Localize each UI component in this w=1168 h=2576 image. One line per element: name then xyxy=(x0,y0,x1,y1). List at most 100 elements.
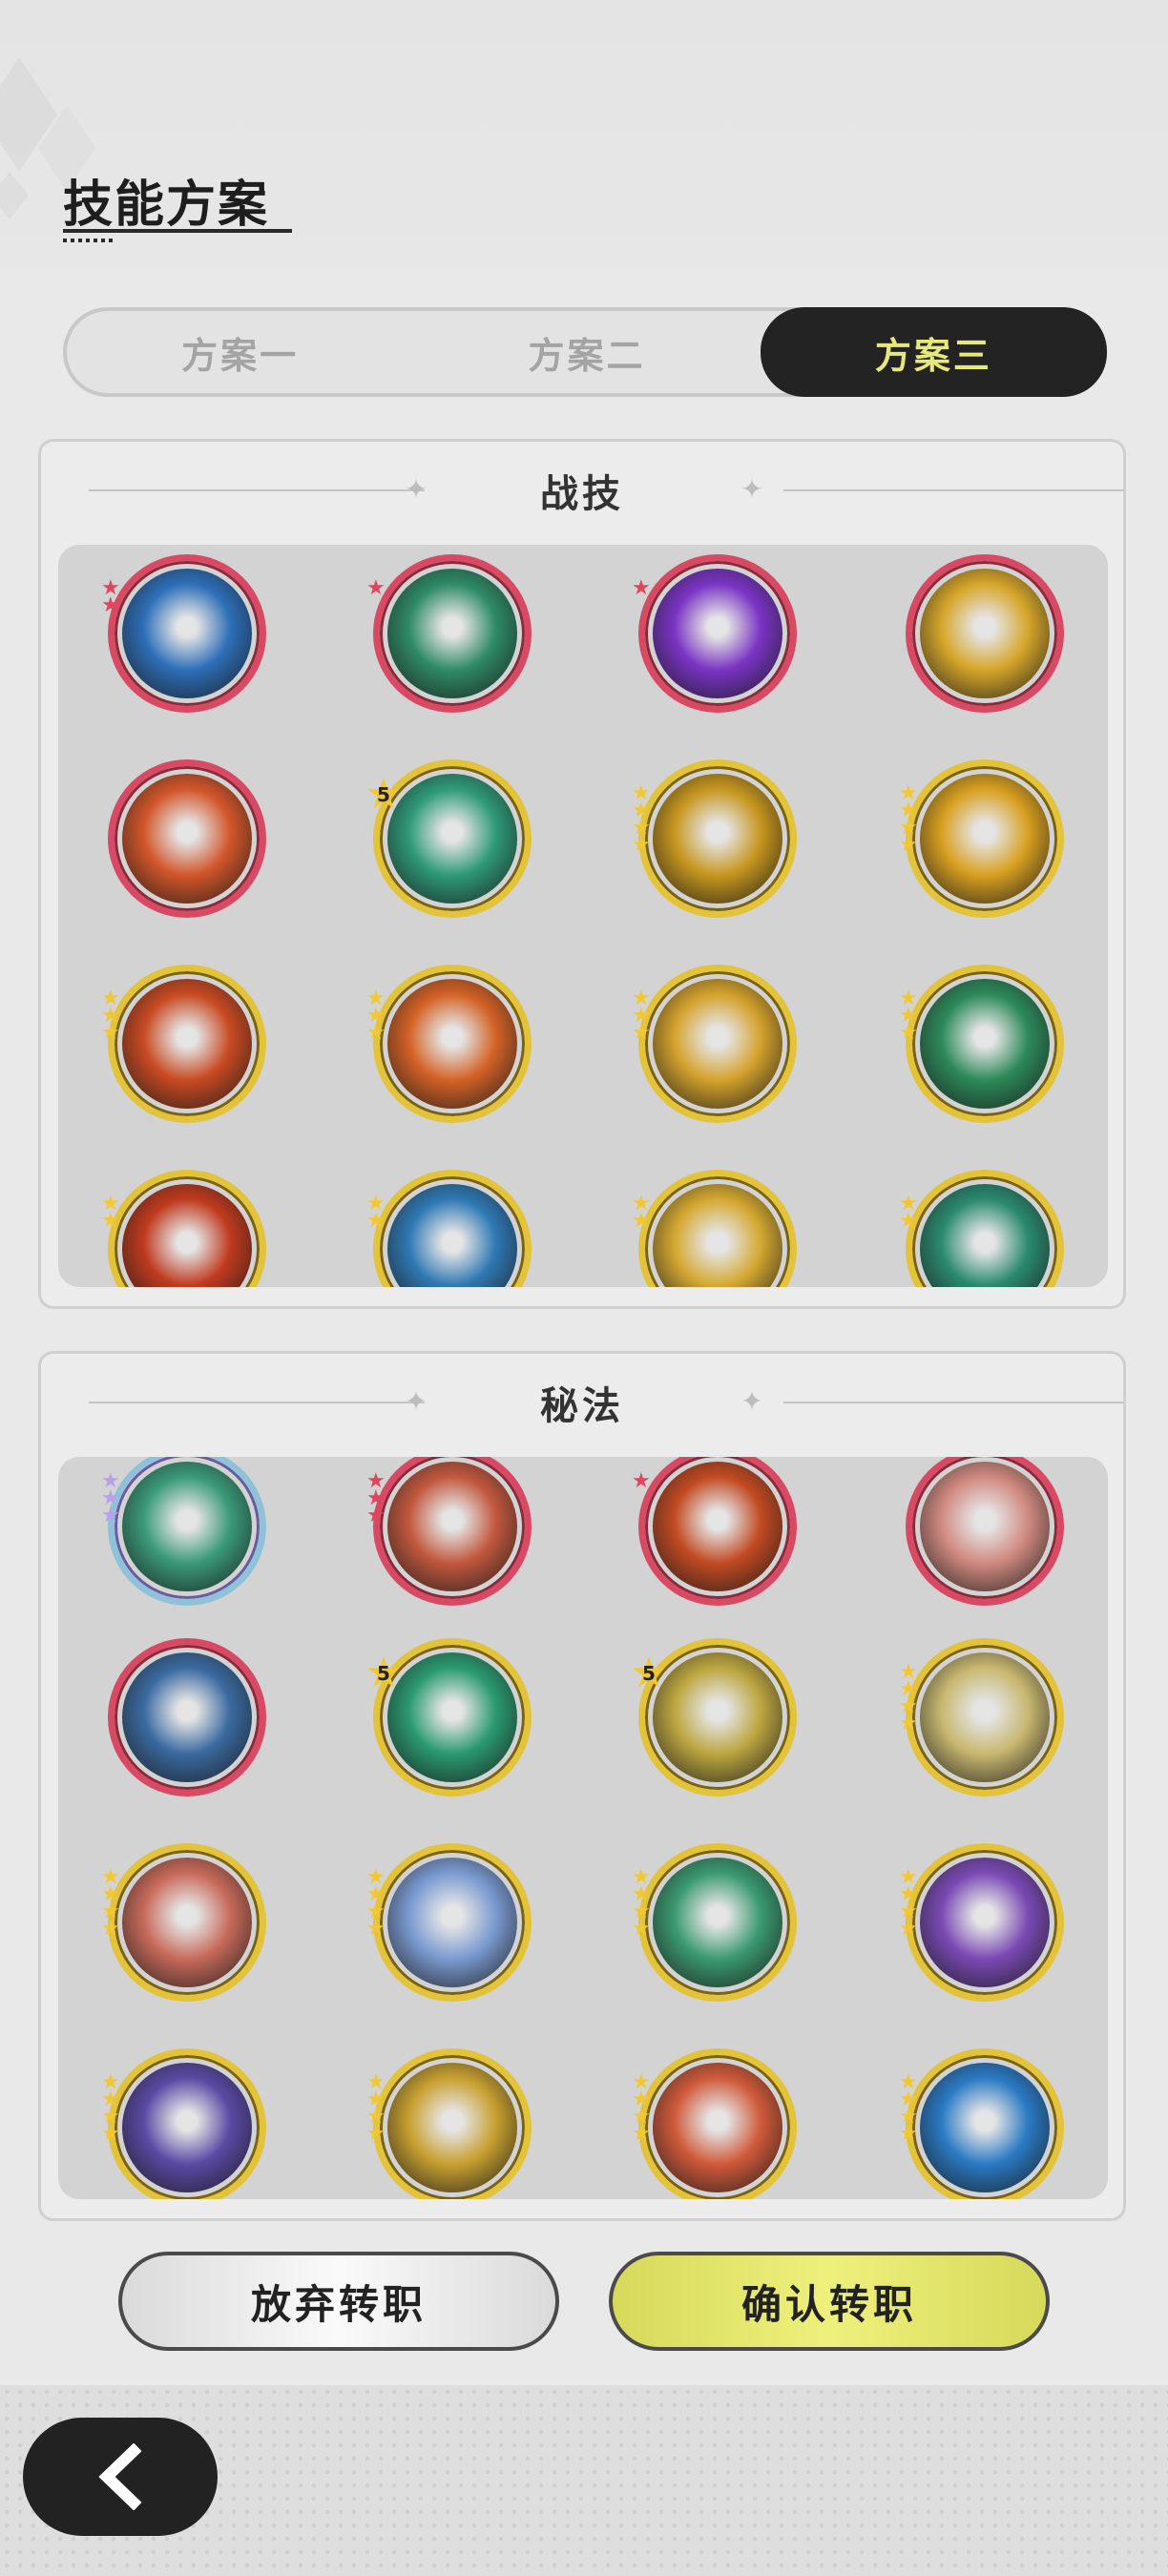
holy-figure-icon[interactable]: ★ ★ ★ ★ xyxy=(899,759,1064,918)
skill-art xyxy=(653,569,782,698)
skill-art xyxy=(122,979,252,1109)
star-icon: ★ xyxy=(632,2122,651,2146)
star-icon: ★ xyxy=(632,576,651,600)
fire-figure-icon[interactable]: ★ ★ ★ ★ xyxy=(632,2048,797,2199)
wind-vortex-icon[interactable]: ★ 5 xyxy=(365,759,532,918)
skill-art xyxy=(653,2063,782,2192)
star-spark-icon[interactable]: ★ ★ ★ ★ xyxy=(366,1843,532,2002)
skill-art xyxy=(387,979,517,1109)
crimson-wave-icon[interactable]: ★ ★ ★ ★ xyxy=(101,1843,266,2002)
star-icon: ★ xyxy=(632,1917,651,1941)
battle-skill-grid[interactable]: ★ ★ ★ ★ ★ 5 ★ ★ ★ ★ ★ ★ ★ ★ ★ ★ ★ ★ ★ ★ ★ ★ ★ ★ ★ ★ ★ ★ ★ ★ ★ ★ ★ ★ xyxy=(58,545,1108,1287)
wind-blade-icon[interactable]: ★ ★ xyxy=(899,1170,1064,1287)
tab-scheme-2[interactable]: 方案二 xyxy=(413,311,760,393)
star-rating: ★ ★ ★ ★ xyxy=(899,1662,918,1735)
light-burst-icon[interactable] xyxy=(906,554,1064,713)
ice-crystal-icon[interactable] xyxy=(108,1638,266,1797)
fire-orb-icon[interactable]: ★ xyxy=(632,1457,797,1606)
secret-arts-panel: ✦ 秘法 ✦ ★ ★ ★ ★ ★ ★ ★ ★ 5 ★ 5 ★ ★ ★ ★ ★ ★ ★ ★ ★ ★ ★ ★ ★ ★ ★ ★ ★ ★ ★ ★ ★ ★… xyxy=(38,1351,1126,2221)
star-rating: ★ ★ ★ xyxy=(632,988,651,1045)
star-rating: ★ ★ xyxy=(899,1194,918,1232)
spiral-icon[interactable]: ★ ★ ★ ★ xyxy=(899,1843,1064,2002)
abandon-job-change-button[interactable]: 放弃转职 xyxy=(118,2252,559,2351)
secret-arts-grid[interactable]: ★ ★ ★ ★ ★ ★ ★ ★ 5 ★ 5 ★ ★ ★ ★ ★ ★ ★ ★ ★ ★ ★ ★ ★ ★ ★ ★ ★ ★ ★ ★ ★ ★ ★ ★ ★ ★ ★ ★ ★… xyxy=(58,1457,1108,2199)
skill-art xyxy=(653,774,782,904)
divider-line xyxy=(783,1402,1123,1403)
tab-scheme-3[interactable]: 方案三 xyxy=(760,307,1107,397)
skill-art xyxy=(920,569,1050,698)
magic-circle-icon[interactable]: ★ ★ ★ ★ xyxy=(101,2048,266,2199)
star-icon: ★ xyxy=(632,1469,651,1493)
star-icon: ★ xyxy=(366,1917,386,1941)
water-figure-icon[interactable]: ★ ★ ★ ★ xyxy=(899,2048,1064,2199)
star-rating: ★ ★ ★ ★ xyxy=(899,783,918,856)
star-rating: ★ xyxy=(632,1469,651,1493)
star-icon: ★ xyxy=(899,1021,918,1045)
panel-header: ✦ 战技 ✦ xyxy=(41,442,1123,537)
back-button[interactable] xyxy=(23,2418,218,2536)
skill-art xyxy=(920,979,1050,1109)
star-rating: ★ ★ ★ ★ xyxy=(899,1867,918,1941)
star-icon: ★ xyxy=(632,1021,651,1045)
skill-art xyxy=(387,1652,517,1782)
star-rating: ★ ★ ★ xyxy=(366,1471,386,1527)
star-rating: ★ ★ ★ xyxy=(899,988,918,1045)
star-icon: ★ xyxy=(101,1021,120,1045)
shield-icon[interactable]: ★ 5 xyxy=(630,1638,797,1797)
title-underline xyxy=(63,229,292,233)
skill-art xyxy=(122,1858,252,1987)
star-rating: ★ ★ ★ ★ xyxy=(632,1867,651,1941)
guardian-figure-icon[interactable]: ★ ★ ★ ★ xyxy=(899,1638,1064,1797)
heart-icon[interactable]: ★ ★ ★ ★ xyxy=(632,1843,797,2002)
divider-line xyxy=(783,489,1123,491)
star-rating: ★ ★ xyxy=(366,1194,386,1232)
heal-figure-icon[interactable] xyxy=(906,1457,1064,1606)
star-icon: ★ xyxy=(101,2122,120,2146)
water-wave-icon[interactable]: ★ ★ xyxy=(101,554,266,713)
fire-explosion-icon[interactable] xyxy=(108,759,266,918)
star-icon: ★ xyxy=(101,1917,120,1941)
light-star-icon[interactable]: ★ ★ ★ ★ xyxy=(366,2048,532,2199)
star-icon: ★ xyxy=(899,1917,918,1941)
skill-art xyxy=(387,569,517,698)
skill-art xyxy=(920,1858,1050,1987)
arcane-burst-icon[interactable]: ★ xyxy=(632,554,797,713)
star-rating: ★ ★ ★ ★ xyxy=(366,1867,386,1941)
skill-art xyxy=(122,1184,252,1287)
star-rating: ★ ★ xyxy=(101,1194,120,1233)
spirit-figure-icon[interactable]: ★ 5 xyxy=(365,1638,532,1797)
star-rank-badge: ★ 5 xyxy=(365,1649,403,1697)
light-flare-icon[interactable]: ★ ★ xyxy=(632,1170,797,1287)
star-rank-number: 5 xyxy=(377,1662,390,1685)
wind-swirl-icon[interactable]: ★ xyxy=(366,554,532,713)
heal-cross-icon[interactable]: ★ ★ ★ xyxy=(899,965,1064,1123)
star-rating: ★ xyxy=(632,576,651,600)
light-spike-icon[interactable]: ★ ★ ★ xyxy=(632,965,797,1123)
star-icon: ★ xyxy=(366,1504,386,1527)
demon-face-icon[interactable]: ★ ★ ★ xyxy=(366,1457,532,1606)
star-rating: ★ xyxy=(366,578,386,599)
fire-swirl-icon[interactable]: ★ ★ ★ xyxy=(101,965,266,1123)
confirm-job-change-button[interactable]: 确认转职 xyxy=(609,2252,1050,2351)
flame-wave-icon[interactable]: ★ ★ ★ xyxy=(366,965,532,1123)
tab-scheme-1[interactable]: 方案一 xyxy=(67,311,413,393)
skill-art xyxy=(920,774,1050,904)
skill-art xyxy=(122,569,252,698)
star-icon: ★ xyxy=(101,1209,120,1233)
star-icon: ★ xyxy=(632,1209,651,1233)
skill-art xyxy=(122,774,252,904)
water-splash-icon[interactable]: ★ ★ xyxy=(366,1170,532,1287)
title-dots xyxy=(63,239,116,242)
star-rating: ★ ★ ★ ★ xyxy=(101,1867,120,1941)
fire-pillar-icon[interactable]: ★ ★ xyxy=(101,1170,266,1287)
chevron-left-icon xyxy=(98,2443,142,2510)
holy-crystal-icon[interactable]: ★ ★ ★ ★ xyxy=(632,759,797,918)
skill-art xyxy=(387,2063,517,2192)
star-rating: ★ ★ ★ xyxy=(101,1471,120,1527)
nature-burst-icon[interactable]: ★ ★ ★ xyxy=(101,1457,266,1606)
star-rank-badge: ★ 5 xyxy=(630,1649,668,1697)
star-icon: ★ xyxy=(899,1712,918,1735)
skill-art xyxy=(653,1184,782,1287)
star-icon: ★ xyxy=(899,2122,918,2146)
star-rating: ★ ★ ★ ★ xyxy=(632,2072,651,2146)
